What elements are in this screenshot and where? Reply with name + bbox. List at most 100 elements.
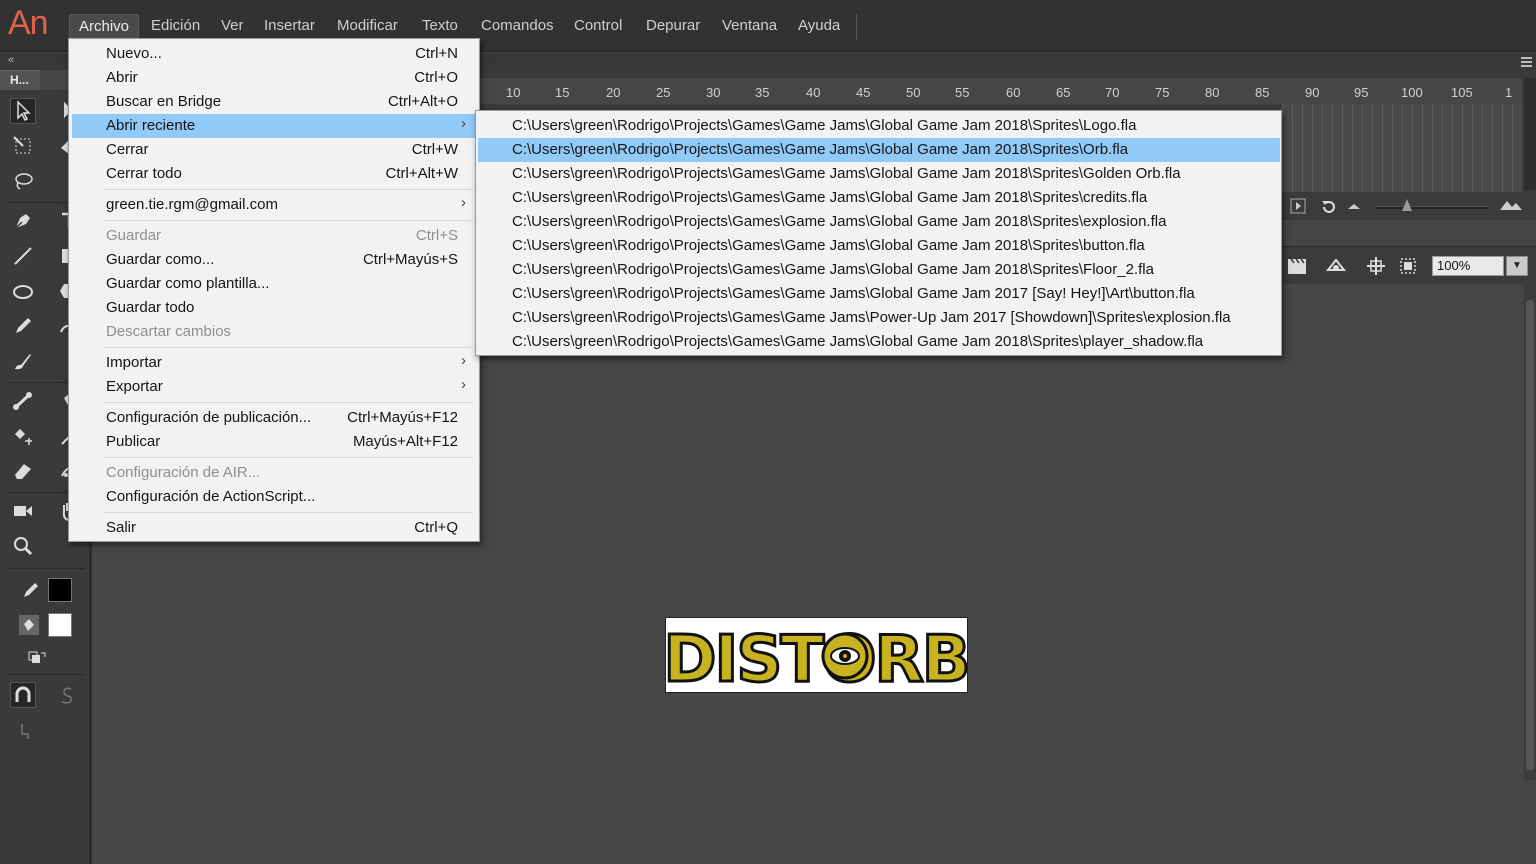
ruler-tick: 80 xyxy=(1205,85,1220,100)
bucket-swap-icon xyxy=(15,429,32,445)
smooth-button[interactable] xyxy=(54,682,80,708)
menu-archivo[interactable]: Archivo xyxy=(69,14,140,38)
zoom-tool-button[interactable] xyxy=(10,533,36,559)
menu-item-configuracion-air: Configuración de AIR... xyxy=(72,461,476,485)
recent-file-item[interactable]: C:\Users\green\Rodrigo\Projects\Games\Ga… xyxy=(478,210,1280,234)
menu-item-configuracion-publicacion[interactable]: Configuración de publicación... Ctrl+May… xyxy=(72,406,476,430)
menu-texto[interactable]: Texto xyxy=(413,14,467,38)
menu-item-label: Configuración de ActionScript... xyxy=(106,488,316,505)
panel-menu-icon[interactable] xyxy=(1521,57,1532,67)
play-icon[interactable] xyxy=(1290,198,1306,214)
bone-icon xyxy=(13,392,32,410)
menu-edicion[interactable]: Edición xyxy=(142,14,209,38)
recent-file-item[interactable]: C:\Users\green\Rodrigo\Projects\Games\Ga… xyxy=(478,162,1280,186)
pencil-tool-button[interactable] xyxy=(10,313,36,339)
straighten-button[interactable] xyxy=(12,718,38,744)
menu-item-nuevo[interactable]: Nuevo... Ctrl+N xyxy=(72,42,476,66)
menu-item-label: Configuración de AIR... xyxy=(106,464,261,481)
pen-tool-button[interactable] xyxy=(10,208,36,234)
menu-item-shortcut: Ctrl+Alt+O xyxy=(387,93,458,110)
menu-separator xyxy=(103,189,473,190)
center-stage-icon[interactable] xyxy=(1366,256,1386,276)
recent-file-item[interactable]: C:\Users\green\Rodrigo\Projects\Games\Ga… xyxy=(478,138,1280,162)
snap-to-objects-button[interactable] xyxy=(10,682,36,708)
fill-color-label xyxy=(16,612,42,638)
menu-item-configuracion-actionscript[interactable]: Configuración de ActionScript... xyxy=(72,485,476,509)
menu-item-label: Guardar como... xyxy=(106,251,215,268)
menu-modificar[interactable]: Modificar xyxy=(328,14,407,38)
selection-tool-button[interactable] xyxy=(10,98,36,124)
zoom-out-timeline-icon[interactable] xyxy=(1348,202,1360,210)
tools-panel-tab[interactable]: H... xyxy=(0,70,40,90)
pencil-icon xyxy=(16,318,31,333)
camera-tool-button[interactable] xyxy=(10,498,36,524)
recent-file-item[interactable]: C:\Users\green\Rodrigo\Projects\Games\Ga… xyxy=(478,282,1280,306)
stroke-color-swatch[interactable] xyxy=(48,578,72,602)
recent-file-item[interactable]: C:\Users\green\Rodrigo\Projects\Games\Ga… xyxy=(478,258,1280,282)
menu-ventana[interactable]: Ventana xyxy=(713,14,786,38)
animate-window: An Archivo Edición Ver Insertar Modifica… xyxy=(0,0,1536,864)
menu-comandos[interactable]: Comandos xyxy=(472,14,563,38)
recent-file-item[interactable]: C:\Users\green\Rodrigo\Projects\Games\Ga… xyxy=(478,306,1280,330)
menu-item-publicar[interactable]: Publicar Mayús+Alt+F12 xyxy=(72,430,476,454)
menu-item-shortcut: Ctrl+N xyxy=(415,45,458,62)
recent-file-path: C:\Users\green\Rodrigo\Projects\Games\Ga… xyxy=(512,141,1129,158)
menu-control[interactable]: Control xyxy=(565,14,631,38)
ruler-tick: 1 xyxy=(1505,85,1513,100)
menu-separator xyxy=(103,402,473,403)
line-tool-button[interactable] xyxy=(10,243,36,269)
menu-item-guardar-como[interactable]: Guardar como... Ctrl+Mayús+S xyxy=(72,248,476,272)
menu-insertar[interactable]: Insertar xyxy=(255,14,324,38)
stage-scrollbar-thumb[interactable] xyxy=(1526,300,1534,770)
symbol-icon[interactable] xyxy=(1324,256,1350,276)
menu-item-salir[interactable]: Salir Ctrl+Q xyxy=(72,516,476,540)
width-tool-button[interactable] xyxy=(10,423,36,449)
swap-colors-button[interactable] xyxy=(24,646,50,672)
menu-ayuda[interactable]: Ayuda xyxy=(789,14,849,38)
clip-stage-icon[interactable] xyxy=(1398,256,1418,276)
brush-icon xyxy=(15,354,31,370)
distorb-logo-artwork[interactable]: DISTORB xyxy=(662,617,972,699)
timeline-scrollbar[interactable] xyxy=(1524,78,1536,190)
brush-tool-button[interactable] xyxy=(10,348,36,374)
bone-tool-button[interactable] xyxy=(10,388,36,414)
recent-file-item[interactable]: C:\Users\green\Rodrigo\Projects\Games\Ga… xyxy=(478,330,1280,354)
menu-item-cerrar-todo[interactable]: Cerrar todo Ctrl+Alt+W xyxy=(72,162,476,186)
menu-item-guardar-todo[interactable]: Guardar todo xyxy=(72,296,476,320)
menu-item-guardar-como-plantilla[interactable]: Guardar como plantilla... xyxy=(72,272,476,296)
recent-file-item[interactable]: C:\Users\green\Rodrigo\Projects\Games\Ga… xyxy=(478,234,1280,258)
ruler-tick: 75 xyxy=(1155,85,1170,100)
menu-item-exportar[interactable]: Exportar › xyxy=(72,375,476,399)
recent-file-path: C:\Users\green\Rodrigo\Projects\Games\Ga… xyxy=(512,189,1148,206)
fill-color-swatch[interactable] xyxy=(48,613,72,637)
timeline-frames[interactable] xyxy=(1282,104,1522,192)
submenu-arrow-icon: › xyxy=(461,115,466,132)
menu-item-cerrar[interactable]: Cerrar Ctrl+W xyxy=(72,138,476,162)
menu-item-account[interactable]: green.tie.rgm@gmail.com › xyxy=(72,193,476,217)
menu-item-abrir[interactable]: Abrir Ctrl+O xyxy=(72,66,476,90)
recent-file-item[interactable]: C:\Users\green\Rodrigo\Projects\Games\Ga… xyxy=(478,186,1280,210)
lasso-tool-button[interactable] xyxy=(10,168,36,194)
loop-icon[interactable] xyxy=(1320,198,1338,216)
clapperboard-icon[interactable] xyxy=(1286,256,1312,276)
zoom-dropdown-button[interactable]: ▼ xyxy=(1506,256,1528,276)
eraser-tool-button[interactable] xyxy=(10,458,36,484)
menu-item-importar[interactable]: Importar › xyxy=(72,351,476,375)
swap-colors-icon xyxy=(28,651,46,663)
menu-item-abrir-reciente[interactable]: Abrir reciente › xyxy=(72,114,476,138)
collapse-panels-icon[interactable]: « xyxy=(8,54,14,66)
timeline-zoom-slider[interactable] xyxy=(1376,206,1488,209)
oval-tool-button[interactable] xyxy=(10,278,36,304)
menu-depurar[interactable]: Depurar xyxy=(637,14,709,38)
menu-item-descartar-cambios: Descartar cambios xyxy=(72,320,476,344)
recent-file-path: C:\Users\green\Rodrigo\Projects\Games\Ga… xyxy=(512,333,1204,350)
menu-item-shortcut: Ctrl+W xyxy=(411,141,458,158)
zoom-level-field[interactable]: 100% xyxy=(1432,256,1504,276)
menu-item-shortcut: Ctrl+Q xyxy=(414,519,458,536)
menu-item-buscar-en-bridge[interactable]: Buscar en Bridge Ctrl+Alt+O xyxy=(72,90,476,114)
submenu-arrow-icon: › xyxy=(461,352,466,369)
recent-file-item[interactable]: C:\Users\green\Rodrigo\Projects\Games\Ga… xyxy=(478,114,1280,138)
free-transform-tool-button[interactable] xyxy=(10,133,36,159)
zoom-in-timeline-icon[interactable] xyxy=(1500,199,1522,211)
menu-ver[interactable]: Ver xyxy=(212,14,253,38)
